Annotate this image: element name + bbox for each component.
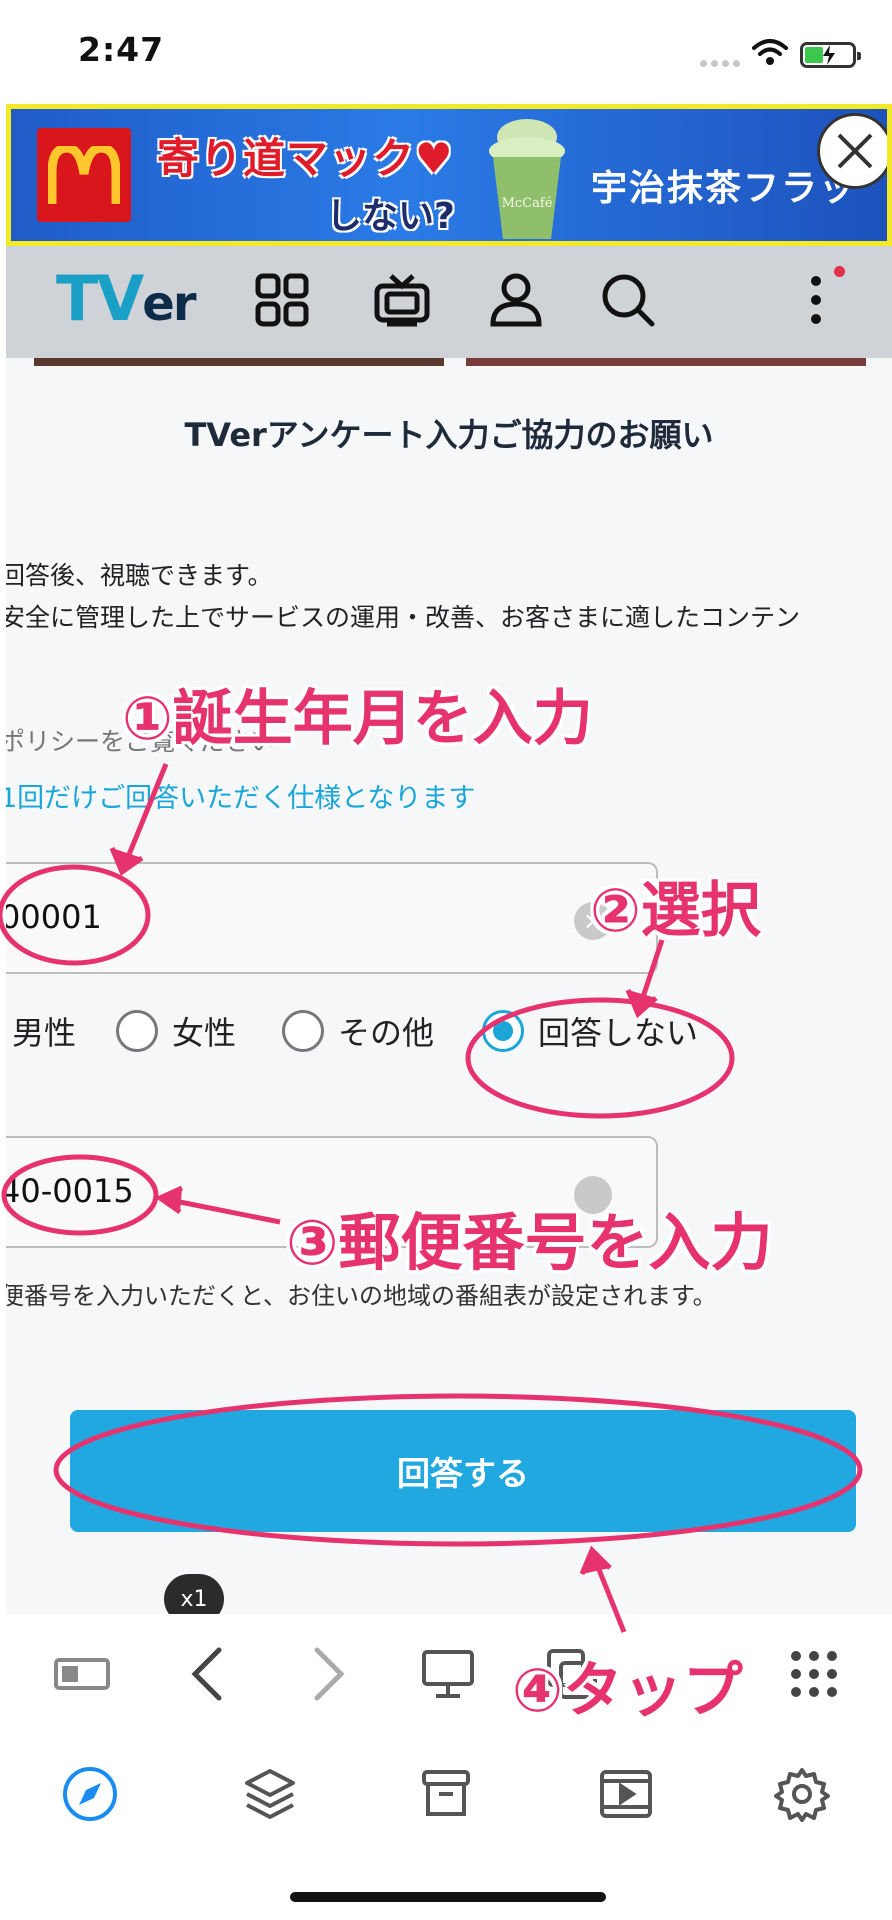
tver-logo-er: er <box>142 276 196 332</box>
browser-toolbar <box>0 1614 892 1734</box>
grid-icon[interactable] <box>250 268 314 332</box>
close-icon <box>837 133 873 169</box>
survey-modal: TVerアンケート入力ご協力のお願い 回答後、視聴できます。 安全に管理した上で… <box>6 358 892 1614</box>
radio-button[interactable] <box>116 1010 158 1052</box>
search-icon[interactable] <box>596 268 660 332</box>
ad-close-button[interactable] <box>817 113 887 189</box>
gender-radio-group: 男性 女性 その他 回答しない <box>6 1008 892 1074</box>
back-icon[interactable] <box>170 1638 242 1710</box>
video-icon[interactable] <box>590 1758 662 1830</box>
browser-tabbar <box>0 1734 892 1854</box>
submit-answer-button[interactable]: 回答する <box>70 1410 856 1532</box>
radio-button-selected[interactable] <box>482 1010 524 1052</box>
gender-option-other[interactable]: その他 <box>282 1008 434 1054</box>
gender-label: 回答しない <box>538 1014 699 1052</box>
tver-logo[interactable]: TVer <box>56 262 197 335</box>
background-thumbnail <box>34 358 444 366</box>
profile-icon[interactable] <box>484 268 548 332</box>
matcha-drink-image: McCafé <box>489 119 565 239</box>
postal-input-value: 40-0015 <box>6 1172 134 1210</box>
more-vertical-icon[interactable] <box>784 268 848 332</box>
once-note: 1回だけご回答いただく仕様となります <box>6 783 476 814</box>
ad-headline: 寄り道マック♥ <box>157 134 454 183</box>
signal-dot <box>700 60 707 67</box>
ad-product-name: 宇治抹茶フラッ <box>591 168 858 209</box>
signal-dot <box>722 60 729 67</box>
intro-text: 回答後、視聴できます。 <box>6 561 273 590</box>
signal-dot <box>711 60 718 67</box>
layers-icon[interactable] <box>234 1758 306 1830</box>
annotation-step-4: ④タップ <box>512 1656 743 1726</box>
background-thumbnail <box>466 358 866 366</box>
modal-title: TVerアンケート入力ご協力のお願い <box>184 416 714 454</box>
gender-option-female[interactable]: 女性 <box>116 1008 236 1054</box>
gender-label: 男性 <box>12 1014 77 1052</box>
site-header: TVer <box>6 246 892 358</box>
annotation-step-1: ①誕生年月を入力 <box>122 684 593 754</box>
tv-icon[interactable] <box>370 268 434 332</box>
gender-label: 女性 <box>172 1014 237 1052</box>
compass-icon[interactable] <box>54 1758 126 1830</box>
tver-logo-tv: TV <box>56 262 144 335</box>
gender-option-no-answer[interactable]: 回答しない <box>482 1008 698 1054</box>
gender-label: その他 <box>338 1014 435 1052</box>
ad-banner[interactable]: 寄り道マック♥ しない? McCafé 宇治抹茶フラッ <box>6 104 892 246</box>
ad-subtext: しない? <box>326 196 455 237</box>
wifi-icon <box>752 39 788 65</box>
annotation-step-3: ③郵便番号を入力 <box>286 1206 773 1279</box>
annotation-step-2: ②選択 <box>590 876 761 946</box>
signal-dot <box>733 60 740 67</box>
settings-icon[interactable] <box>766 1758 838 1830</box>
notification-dot <box>834 266 845 277</box>
reader-mode-icon[interactable] <box>46 1638 118 1710</box>
home-indicator[interactable] <box>290 1892 606 1902</box>
intro-text: 安全に管理した上でサービスの運用・改善、お客さまに適したコンテン <box>6 603 801 632</box>
battery-icon <box>800 42 861 68</box>
drink-cup-label: McCafé <box>502 196 553 211</box>
desktop-icon[interactable] <box>412 1638 484 1710</box>
apps-grid-icon[interactable] <box>778 1638 850 1710</box>
archive-icon[interactable] <box>410 1758 482 1830</box>
birth-input-value: 00001 <box>6 898 102 936</box>
gender-option-male[interactable]: 男性 <box>12 1008 76 1054</box>
birth-year-month-input[interactable]: 00001 <box>6 862 658 974</box>
forward-icon[interactable] <box>294 1638 366 1710</box>
status-time: 2:47 <box>78 30 165 69</box>
radio-button[interactable] <box>282 1010 324 1052</box>
mcdonalds-logo <box>37 128 131 222</box>
